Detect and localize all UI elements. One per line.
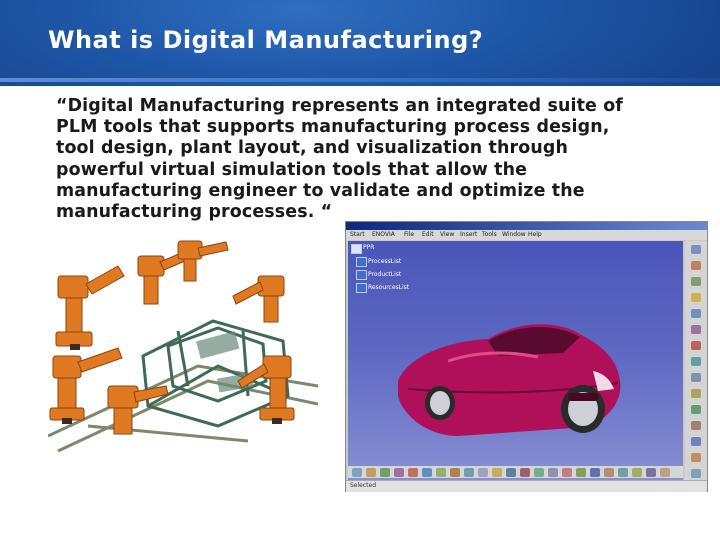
status-bar: Selected (346, 480, 707, 492)
body-line: “Digital Manufacturing represents an int… (56, 96, 624, 116)
tree-node-icon[interactable] (356, 270, 367, 280)
toolbar-icon[interactable] (691, 309, 701, 318)
3d-viewport[interactable]: PPR ProcessList ProductList ResourcesLis… (348, 241, 683, 487)
status-text: Selected (350, 482, 377, 489)
toolbar-icon[interactable] (548, 468, 558, 477)
body-line: manufacturing engineer to validate and o… (56, 180, 585, 201)
toolbar-icon[interactable] (691, 261, 701, 270)
toolbar-icon[interactable] (691, 277, 701, 286)
toolbar-icon[interactable] (691, 373, 701, 382)
toolbar-icon[interactable] (366, 468, 376, 477)
toolbar-icon[interactable] (691, 357, 701, 366)
toolbar-icon[interactable] (660, 468, 670, 477)
menu-bar: Start ENOVIA File Edit View Insert Tools… (346, 230, 707, 240)
body-line: PLM tools that supports manufacturing pr… (56, 117, 610, 138)
toolbar-icon[interactable] (691, 421, 701, 430)
body-line: powerful virtual simulation tools that a… (56, 159, 528, 180)
toolbar-icon[interactable] (646, 468, 656, 477)
toolbar-icon[interactable] (576, 468, 586, 477)
toolbar-icon[interactable] (478, 468, 488, 477)
menu-start[interactable]: Start (350, 230, 365, 240)
right-toolbar (685, 241, 707, 487)
toolbar-icon[interactable] (450, 468, 460, 477)
body-line: tool design, plant layout, and visualiza… (56, 138, 569, 159)
toolbar-icon[interactable] (380, 468, 390, 477)
menu-insert[interactable]: Insert (460, 230, 477, 240)
menu-enovia[interactable]: ENOVIA (372, 230, 395, 240)
menu-edit[interactable]: Edit (422, 230, 434, 240)
toolbar-icon[interactable] (691, 453, 701, 462)
tree-node-icon[interactable] (356, 257, 367, 267)
toolbar-icon[interactable] (691, 341, 701, 350)
tree-root-icon[interactable] (351, 244, 362, 254)
tree-node-icon[interactable] (356, 283, 367, 293)
toolbar-icon[interactable] (352, 468, 362, 477)
menu-tools[interactable]: Tools (482, 230, 497, 240)
window-titlebar (346, 222, 707, 230)
toolbar-icon[interactable] (691, 245, 701, 254)
banner-accent-line (0, 78, 720, 82)
toolbar-icon[interactable] (691, 293, 701, 302)
slide-body-quote: “Digital Manufacturing represents an int… (56, 96, 656, 223)
toolbar-icon[interactable] (492, 468, 502, 477)
toolbar-icon[interactable] (604, 468, 614, 477)
tree-item-processlist[interactable]: ProcessList (368, 258, 401, 265)
toolbar-icon[interactable] (691, 405, 701, 414)
slide-title: What is Digital Manufacturing? (48, 26, 484, 54)
toolbar-icon[interactable] (436, 468, 446, 477)
tree-item-resourceslist[interactable]: ResourcesList (368, 284, 409, 291)
toolbar-icon[interactable] (691, 437, 701, 446)
toolbar-icon[interactable] (632, 468, 642, 477)
toolbar-icon[interactable] (422, 468, 432, 477)
robot-assembly-line-image (48, 240, 318, 453)
menu-view[interactable]: View (440, 230, 454, 240)
toolbar-icon[interactable] (590, 468, 600, 477)
menu-file[interactable]: File (404, 230, 414, 240)
toolbar-icon[interactable] (408, 468, 418, 477)
car-model-image[interactable] (388, 301, 628, 451)
tree-item-productlist[interactable]: ProductList (368, 271, 401, 278)
bottom-toolbar (348, 466, 683, 478)
cad-application-window: Start ENOVIA File Edit View Insert Tools… (345, 221, 708, 492)
menu-help[interactable]: Help (528, 230, 542, 240)
toolbar-icon[interactable] (520, 468, 530, 477)
toolbar-icon[interactable] (464, 468, 474, 477)
toolbar-icon[interactable] (394, 468, 404, 477)
toolbar-icon[interactable] (618, 468, 628, 477)
menu-window[interactable]: Window (502, 230, 526, 240)
toolbar-icon[interactable] (691, 469, 701, 478)
toolbar-icon[interactable] (691, 389, 701, 398)
toolbar-icon[interactable] (562, 468, 572, 477)
tree-root-label[interactable]: PPR (363, 244, 374, 251)
toolbar-icon[interactable] (506, 468, 516, 477)
toolbar-icon[interactable] (534, 468, 544, 477)
toolbar-icon[interactable] (691, 325, 701, 334)
